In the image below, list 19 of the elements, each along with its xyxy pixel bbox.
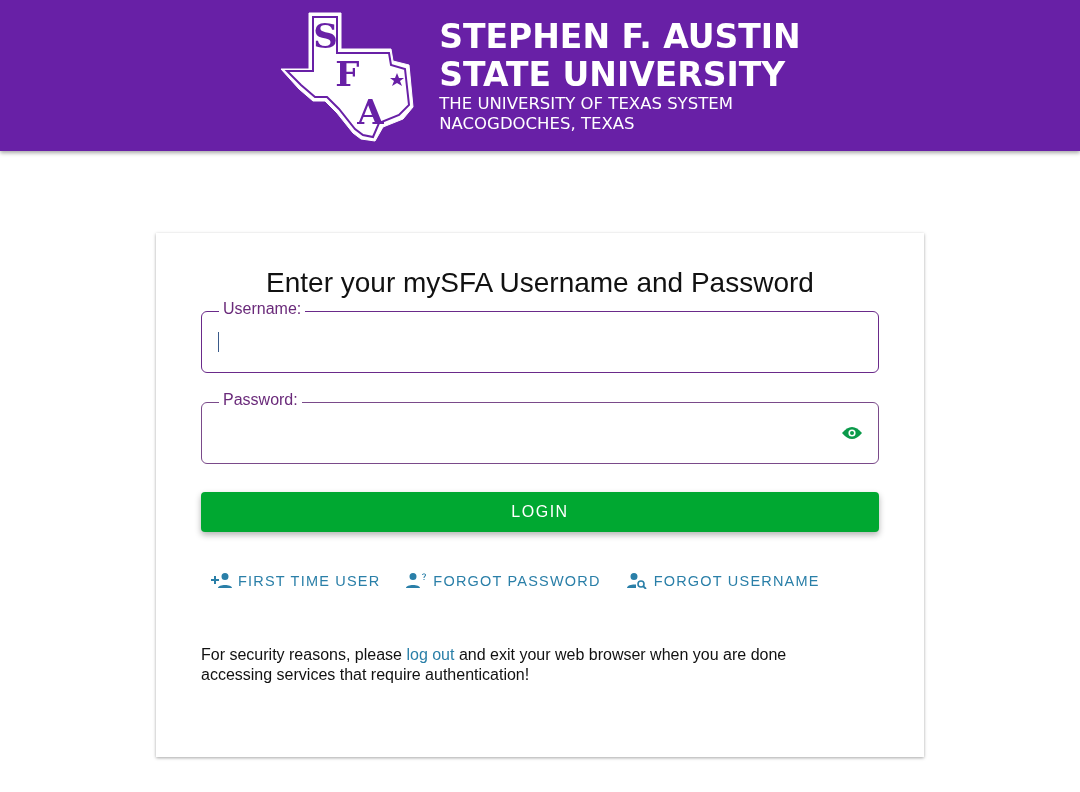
person-search-icon [626,572,648,589]
link-button[interactable]: FIRST TIME USER [211,572,381,589]
security-notice: For security reasons, please log out and exit your web browser when you are done accessing services that require authentication! [201,645,788,685]
university-name: STEPHEN F. AUSTIN [439,17,801,56]
login-button[interactable]: LOGIN [201,492,879,532]
link-button[interactable]: FORGOT USERNAME [626,572,820,589]
eye-icon[interactable] [842,426,862,440]
university-name: STATE UNIVERSITY [439,55,787,94]
logo-letter: S [313,18,338,53]
logout-link[interactable]: log out [406,646,455,663]
login-heading: Enter your mySFA Username and Password [265,267,815,299]
logo-letter: A [357,94,384,129]
link-button[interactable]: FORGOT PASSWORD [406,572,601,589]
university-subtitle: THE UNIVERSITY OF TEXAS SYSTEM [439,93,734,114]
university-subtitle: NACOGDOCHES, TEXAS [439,113,636,134]
person-question-icon [406,572,428,589]
logo-letter: F [335,56,360,91]
text-cursor [218,332,219,352]
add-person-icon [211,572,232,589]
